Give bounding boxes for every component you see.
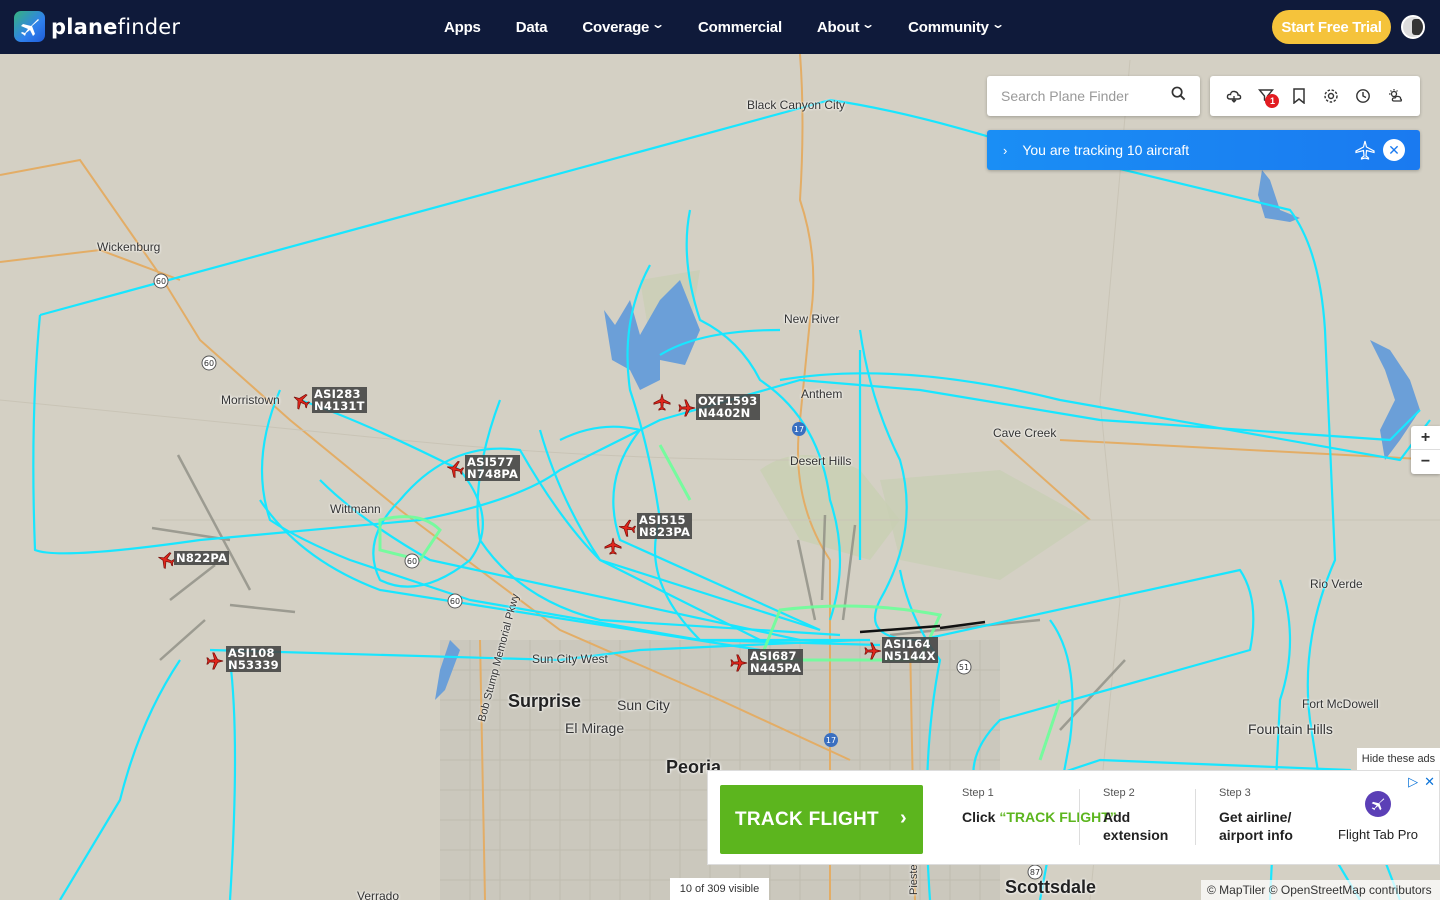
place-label: El Mirage bbox=[565, 720, 625, 736]
map-attribution: © MapTiler © OpenStreetMap contributors bbox=[1201, 880, 1440, 900]
svg-text:51: 51 bbox=[959, 663, 969, 672]
nav-item-community[interactable]: Community ⌄ bbox=[908, 17, 1005, 36]
weather-icon[interactable] bbox=[1386, 86, 1406, 106]
history-icon[interactable] bbox=[1353, 86, 1373, 106]
aircraft-label[interactable]: ASI108 N53339 bbox=[226, 646, 281, 672]
nav-item-about[interactable]: About ⌄ bbox=[817, 17, 876, 36]
zoom-control: + − bbox=[1411, 426, 1440, 474]
chevron-down-icon: ⌄ bbox=[651, 17, 666, 31]
place-label: Fort McDowell bbox=[1302, 697, 1379, 711]
main-nav: Apps Data Coverage ⌄ Commercial About ⌄ Communi… bbox=[444, 0, 1038, 54]
settings-icon[interactable] bbox=[1321, 86, 1341, 106]
aircraft-registration: N53339 bbox=[228, 658, 279, 672]
place-label: Desert Hills bbox=[790, 454, 852, 468]
aircraft-label[interactable]: ASI515 N823PA bbox=[637, 513, 693, 539]
hide-ads-link[interactable]: Hide these ads bbox=[1357, 748, 1440, 770]
nav-item-data[interactable]: Data bbox=[516, 19, 548, 36]
aircraft-registration: N748PA bbox=[467, 467, 519, 481]
map-toolbar: 1 bbox=[1210, 76, 1420, 116]
svg-text:60: 60 bbox=[407, 557, 417, 566]
svg-text:87: 87 bbox=[1030, 868, 1040, 877]
chevron-right-icon: › bbox=[900, 807, 907, 829]
zoom-out-button[interactable]: − bbox=[1411, 450, 1440, 474]
nav-item-coverage[interactable]: Coverage ⌄ bbox=[582, 17, 666, 36]
aircraft-registration: N823PA bbox=[639, 525, 691, 539]
nav-item-commercial[interactable]: Commercial bbox=[698, 19, 782, 36]
place-label: Sun City bbox=[617, 697, 670, 713]
aircraft-registration: N4131T bbox=[314, 399, 365, 413]
ad-banner[interactable]: TRACK FLIGHT › Step 1 Click “TRACK FLIGHT… bbox=[707, 770, 1440, 865]
place-label: Verrado bbox=[357, 889, 400, 900]
aircraft-registration: N5144X bbox=[884, 649, 936, 663]
place-label: Rio Verde bbox=[1310, 577, 1363, 591]
place-label: Scottsdale bbox=[1005, 877, 1097, 897]
aircraft-icon[interactable] bbox=[206, 652, 224, 670]
user-avatar[interactable] bbox=[1401, 15, 1425, 39]
ad-divider bbox=[1195, 789, 1196, 845]
search-icon[interactable] bbox=[1171, 86, 1186, 106]
tracking-banner[interactable]: › You are tracking 10 aircraft ✕ bbox=[987, 130, 1420, 170]
place-label: Morristown bbox=[221, 393, 280, 407]
aircraft-icon[interactable] bbox=[604, 537, 622, 555]
aircraft-label[interactable]: OXF1593 N4402N bbox=[696, 394, 760, 420]
aircraft-outline-icon bbox=[1355, 140, 1375, 165]
adchoices-icon[interactable]: ▷ bbox=[1408, 774, 1418, 790]
close-tracking-button[interactable]: ✕ bbox=[1383, 139, 1405, 161]
planefinder-logo[interactable]: planefinder bbox=[14, 11, 180, 42]
place-label: Cave Creek bbox=[993, 426, 1057, 440]
place-label: Surprise bbox=[508, 691, 582, 711]
svg-text:60: 60 bbox=[204, 359, 214, 368]
place-label: Fountain Hills bbox=[1248, 721, 1333, 737]
expand-chevron-icon[interactable]: › bbox=[1003, 143, 1007, 158]
flight-tab-pro-icon bbox=[1365, 791, 1391, 817]
aircraft-label[interactable]: N822PA bbox=[174, 551, 230, 565]
aircraft-label[interactable]: ASI283 N4131T bbox=[312, 387, 367, 413]
aircraft-registration: N445PA bbox=[750, 661, 802, 675]
start-free-trial-button[interactable]: Start Free Trial bbox=[1272, 10, 1391, 44]
cloud-layer-icon[interactable] bbox=[1224, 86, 1244, 106]
tracking-text: You are tracking 10 aircraft bbox=[1022, 142, 1190, 158]
filter-icon[interactable]: 1 bbox=[1256, 86, 1280, 108]
visible-count: 10 of 309 visible bbox=[670, 878, 769, 900]
ad-brand[interactable]: Flight Tab Pro bbox=[1328, 791, 1428, 842]
zoom-in-button[interactable]: + bbox=[1411, 426, 1440, 450]
track-flight-button[interactable]: TRACK FLIGHT › bbox=[720, 785, 923, 854]
svg-text:17: 17 bbox=[794, 425, 804, 434]
place-label: New River bbox=[784, 312, 840, 326]
nav-item-apps[interactable]: Apps bbox=[444, 19, 481, 36]
ad-choices[interactable]: ▷ ✕ bbox=[1408, 774, 1435, 790]
svg-text:17: 17 bbox=[826, 736, 836, 745]
search-input[interactable] bbox=[1001, 88, 1161, 104]
place-label: Black Canyon City bbox=[747, 98, 846, 112]
aircraft-registration: N822PA bbox=[176, 551, 228, 565]
chevron-down-icon: ⌄ bbox=[990, 17, 1005, 31]
svg-text:60: 60 bbox=[450, 597, 460, 606]
place-label: Wickenburg bbox=[97, 240, 161, 254]
logo-text: planefinder bbox=[51, 14, 181, 39]
bookmark-icon[interactable] bbox=[1289, 86, 1309, 106]
top-nav-bar: planefinder Apps Data Coverage ⌄ Commercial A… bbox=[0, 0, 1440, 54]
logo-icon bbox=[14, 11, 45, 42]
aircraft-icon[interactable] bbox=[678, 399, 696, 417]
aircraft-icon[interactable] bbox=[730, 654, 748, 672]
search-box[interactable] bbox=[987, 76, 1200, 116]
chevron-down-icon: ⌄ bbox=[861, 17, 876, 31]
close-ad-icon[interactable]: ✕ bbox=[1424, 774, 1435, 790]
ad-divider bbox=[1079, 789, 1080, 845]
aircraft-icon[interactable] bbox=[617, 518, 638, 539]
aircraft-label[interactable]: ASI577 N748PA bbox=[465, 455, 521, 481]
place-label: Sun City West bbox=[532, 652, 608, 666]
ad-step-2: Step 2 Add extension bbox=[1103, 787, 1169, 843]
ad-step-3: Step 3 Get airline/ airport info bbox=[1219, 787, 1293, 843]
filter-count-badge: 1 bbox=[1265, 94, 1280, 108]
aircraft-registration: N4402N bbox=[698, 406, 751, 420]
place-label: Anthem bbox=[801, 387, 843, 401]
place-label: Wittmann bbox=[330, 502, 381, 516]
svg-text:60: 60 bbox=[156, 277, 166, 286]
aircraft-icon[interactable] bbox=[864, 642, 882, 660]
ad-step-1: Step 1 Click “TRACK FLIGHT” bbox=[962, 787, 1117, 825]
aircraft-icon[interactable] bbox=[653, 393, 671, 411]
aircraft-label[interactable]: ASI164 N5144X bbox=[882, 637, 938, 663]
aircraft-label[interactable]: ASI687 N445PA bbox=[748, 649, 804, 675]
